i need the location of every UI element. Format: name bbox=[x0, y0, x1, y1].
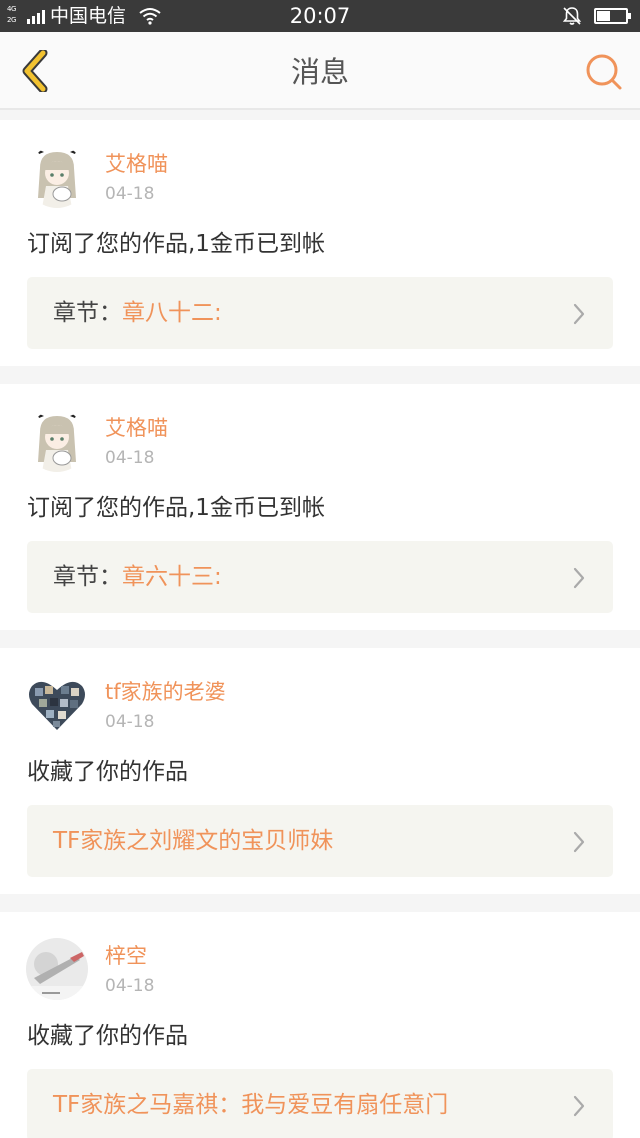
avatar[interactable] bbox=[26, 146, 88, 208]
message-card: tf家族的老婆 04-18 收藏了你的作品 TF家族之刘耀文的宝贝师妹 bbox=[0, 648, 640, 894]
search-icon bbox=[586, 54, 622, 90]
chevron-right-icon bbox=[573, 1095, 585, 1117]
work-title: 章六十三: bbox=[122, 564, 222, 590]
avatar[interactable] bbox=[26, 410, 88, 472]
username[interactable]: 艾格喵 bbox=[105, 414, 168, 442]
username[interactable]: 梓空 bbox=[105, 942, 147, 970]
work-link[interactable]: TF家族之马嘉祺：我与爱豆有扇任意门 bbox=[27, 1069, 613, 1138]
anime-girl-avatar-icon bbox=[26, 146, 88, 208]
work-title: TF家族之马嘉祺：我与爱豆有扇任意门 bbox=[53, 1092, 449, 1118]
chevron-right-icon bbox=[573, 831, 585, 853]
message-date: 04-18 bbox=[105, 712, 155, 732]
nav-bar: 消息 bbox=[0, 32, 640, 110]
search-button[interactable] bbox=[580, 48, 628, 96]
message-card: 艾格喵 04-18 订阅了您的作品,1金币已到帐 章节：章八十二: bbox=[0, 120, 640, 366]
chevron-right-icon bbox=[573, 303, 585, 325]
work-link[interactable]: TF家族之刘耀文的宝贝师妹 bbox=[27, 805, 613, 877]
work-title: TF家族之刘耀文的宝贝师妹 bbox=[53, 828, 334, 854]
message-date: 04-18 bbox=[105, 976, 155, 996]
message-date: 04-18 bbox=[105, 184, 155, 204]
chevron-right-icon bbox=[573, 567, 585, 589]
message-card: 艾格喵 04-18 订阅了您的作品,1金币已到帐 章节：章六十三: bbox=[0, 384, 640, 630]
battery-icon bbox=[594, 8, 631, 24]
work-title: 章八十二: bbox=[122, 300, 222, 326]
username[interactable]: tf家族的老婆 bbox=[105, 678, 226, 706]
username[interactable]: 艾格喵 bbox=[105, 150, 168, 178]
message-text: 收藏了你的作品 bbox=[27, 759, 188, 785]
status-bar: 4G 2G 中国电信 20:07 bbox=[0, 0, 640, 32]
page-title: 消息 bbox=[290, 55, 349, 89]
work-link[interactable]: 章节：章八十二: bbox=[27, 277, 613, 349]
photo-avatar-icon bbox=[26, 938, 88, 1000]
message-card: 梓空 04-18 收藏了你的作品 TF家族之马嘉祺：我与爱豆有扇任意门 bbox=[0, 912, 640, 1138]
work-label: 章节： bbox=[53, 564, 122, 590]
message-text: 订阅了您的作品,1金币已到帐 bbox=[27, 495, 325, 521]
mute-bell-icon bbox=[562, 7, 582, 25]
work-label: 章节： bbox=[53, 300, 122, 326]
anime-girl-avatar-icon bbox=[26, 410, 88, 472]
clock: 20:07 bbox=[289, 4, 351, 28]
message-date: 04-18 bbox=[105, 448, 155, 468]
work-link[interactable]: 章节：章六十三: bbox=[27, 541, 613, 613]
message-text: 收藏了你的作品 bbox=[27, 1023, 188, 1049]
avatar[interactable] bbox=[26, 938, 88, 1000]
heart-collage-avatar-icon bbox=[26, 674, 88, 736]
avatar[interactable] bbox=[26, 674, 88, 736]
message-text: 订阅了您的作品,1金币已到帐 bbox=[27, 231, 325, 257]
